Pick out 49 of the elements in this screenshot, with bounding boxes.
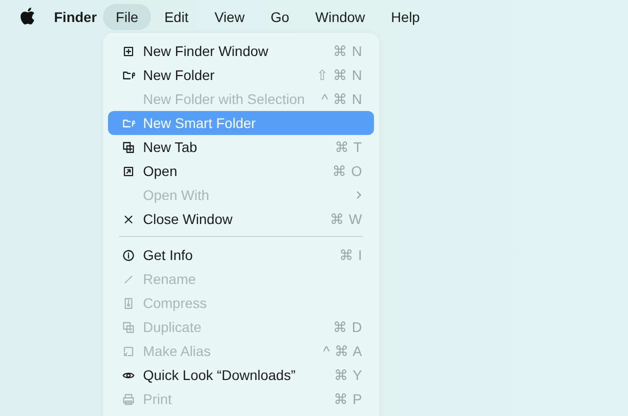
menu-item-label: Make Alias: [143, 343, 212, 359]
menu-item-label: Duplicate: [143, 319, 202, 335]
menu-item-label: Rename: [143, 271, 197, 287]
pencil-icon: [122, 272, 134, 286]
keyboard-shortcut: ⌘ W: [330, 210, 362, 228]
menu-item-label: Open: [143, 163, 178, 179]
printer-icon: [122, 392, 134, 406]
apple-logo-icon[interactable]: [20, 6, 35, 24]
menu-item[interactable]: Open ⌘ O: [108, 159, 374, 183]
menu-item[interactable]: New Finder Window ⌘ N: [108, 39, 374, 63]
menu-item-label: Close Window: [143, 211, 234, 227]
keyboard-shortcut: ^ ⌘ A: [323, 342, 362, 360]
menu-item[interactable]: New Folder ⇧ ⌘ N: [108, 63, 374, 87]
menu-item-label: New Finder Window: [143, 43, 270, 59]
keyboard-shortcut: ⌘ I: [339, 246, 362, 264]
keyboard-shortcut: ⌘ Y: [334, 366, 362, 384]
keyboard-shortcut: ⌘ P: [334, 390, 362, 408]
tabs-icon: [122, 140, 134, 154]
close-icon: [122, 212, 134, 226]
menu-item[interactable]: New Tab ⌘ T: [108, 135, 374, 159]
info-icon: [122, 248, 134, 262]
menu-item-label: Open With: [143, 187, 210, 203]
menu-item-label: New Folder: [143, 67, 216, 83]
menu-item-label: Print: [143, 391, 173, 407]
menu-bar-item[interactable]: Go: [258, 4, 302, 30]
menu-bar-item[interactable]: File: [102, 4, 152, 30]
keyboard-shortcut: ⇧ ⌘ N: [316, 66, 362, 84]
menu-bar-item[interactable]: Help: [378, 4, 433, 30]
keyboard-shortcut: ⌘ D: [333, 318, 362, 336]
keyboard-shortcut: ⌘ T: [334, 138, 362, 156]
menu-item[interactable]: Close Window ⌘ W: [108, 207, 374, 231]
keyboard-shortcut: ⌘ O: [332, 162, 362, 180]
menu-item-label: New Smart Folder: [143, 115, 257, 131]
menu-item-label: Compress: [143, 295, 208, 311]
menu-item-label: Get Info: [143, 247, 194, 263]
zip-icon: [122, 296, 134, 310]
app-name[interactable]: Finder: [54, 8, 97, 24]
alias-icon: [122, 344, 134, 358]
menu-item-label: Quick Look “Downloads”: [143, 367, 297, 383]
menu-item[interactable]: Get Info ⌘ I: [108, 243, 374, 267]
duplicate-icon: [122, 320, 134, 334]
menu-bar-item[interactable]: View: [201, 4, 258, 30]
menu-bar-item[interactable]: Edit: [151, 4, 202, 30]
menu-item-label: New Tab: [143, 139, 198, 155]
menu-item-label: New Folder with Selection: [143, 91, 306, 107]
keyboard-shortcut: ⌘ N: [333, 42, 362, 60]
keyboard-shortcut: ^ ⌘ N: [322, 90, 362, 108]
menu-item[interactable]: Quick Look “Downloads” ⌘ Y: [108, 363, 374, 387]
menu-bar-item[interactable]: Window: [302, 4, 378, 30]
